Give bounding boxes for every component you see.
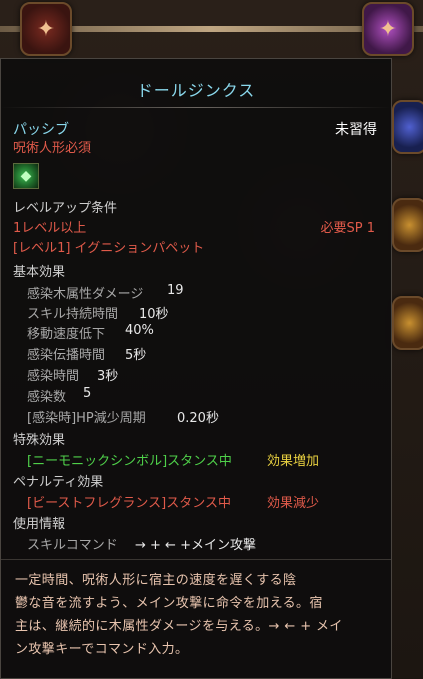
skill-command-value: → + ← +メイン攻撃 bbox=[135, 538, 256, 553]
special-effects-header: 特殊効果 bbox=[13, 433, 66, 448]
effect-value: 40% bbox=[125, 323, 154, 338]
sp-requirement: 必要SP 1 bbox=[320, 221, 376, 236]
effect-label: [感染時]HP減少周期 bbox=[27, 411, 146, 426]
description-line: 主は、継続的に木属性ダメージを与える。→ ← + メイ bbox=[15, 619, 343, 634]
penalty-effect-condition: [ビーストフレグランス]スタンス中 bbox=[27, 496, 231, 511]
effect-value: 0.20秒 bbox=[177, 411, 219, 426]
skill-description: 一定時間、呪術人形に宿主の速度を遅くする陰 鬱な音を流すよう、メイン攻撃に命令を… bbox=[15, 569, 379, 661]
effect-value: 5 bbox=[83, 386, 92, 401]
effect-label: スキル持続時間 bbox=[27, 307, 119, 322]
description-divider bbox=[1, 559, 391, 560]
effect-label: 感染伝播時間 bbox=[27, 348, 106, 363]
skill-node-right-2[interactable] bbox=[392, 198, 423, 252]
special-effect-condition: [ニーモニックシンボル]スタンス中 bbox=[27, 454, 232, 469]
description-line: 一定時間、呪術人形に宿主の速度を遅くする陰 bbox=[15, 573, 297, 588]
effect-value: 3秒 bbox=[97, 369, 119, 384]
levelup-header: レベルアップ条件 bbox=[13, 201, 118, 216]
effect-label: 移動速度低下 bbox=[27, 327, 106, 342]
skill-node-right-1[interactable] bbox=[392, 100, 423, 154]
skill-node-icon: ✦ bbox=[36, 16, 56, 42]
effect-value: 5秒 bbox=[125, 348, 147, 363]
skill-title: ドールジンクス bbox=[136, 81, 256, 100]
skill-node-right-3[interactable] bbox=[392, 296, 423, 350]
penalty-effect-result: 効果減少 bbox=[267, 496, 320, 511]
penalty-effects-header: ペナルティ効果 bbox=[13, 475, 104, 490]
skill-type-label: パッシブ bbox=[13, 122, 69, 138]
description-line: ン攻撃キーでコマンド入力。 bbox=[15, 642, 189, 657]
title-divider bbox=[1, 107, 391, 108]
skill-node-top-right[interactable]: ✦ bbox=[362, 2, 414, 56]
learned-status: 未習得 bbox=[335, 122, 377, 138]
description-line: 鬱な音を流すよう、メイン攻撃に命令を加える。宿 bbox=[15, 596, 323, 611]
basic-effects-header: 基本効果 bbox=[13, 265, 66, 280]
prerequisite-skill: [レベル1] イグニションパペット bbox=[13, 241, 205, 256]
effect-value: 10秒 bbox=[139, 307, 169, 322]
usage-header: 使用情報 bbox=[13, 517, 66, 532]
required-item: 呪術人形必須 bbox=[13, 141, 92, 156]
skill-node-top-left[interactable]: ✦ bbox=[20, 2, 72, 56]
green-gem-icon: ◆ bbox=[13, 163, 39, 189]
skill-node-icon: ✦ bbox=[378, 16, 398, 42]
effect-label: 感染木属性ダメージ bbox=[27, 287, 144, 302]
special-effect-result: 効果増加 bbox=[267, 454, 320, 469]
effect-label: 感染時間 bbox=[27, 369, 80, 384]
effect-label: 感染数 bbox=[27, 390, 67, 405]
skill-tooltip: ドールジンクス パッシブ 未習得 呪術人形必須 ◆ レベルアップ条件 1レベル以… bbox=[0, 58, 392, 679]
effect-value: 19 bbox=[167, 283, 184, 298]
level-requirement: 1レベル以上 bbox=[13, 221, 87, 236]
skill-command-label: スキルコマンド bbox=[27, 538, 118, 553]
